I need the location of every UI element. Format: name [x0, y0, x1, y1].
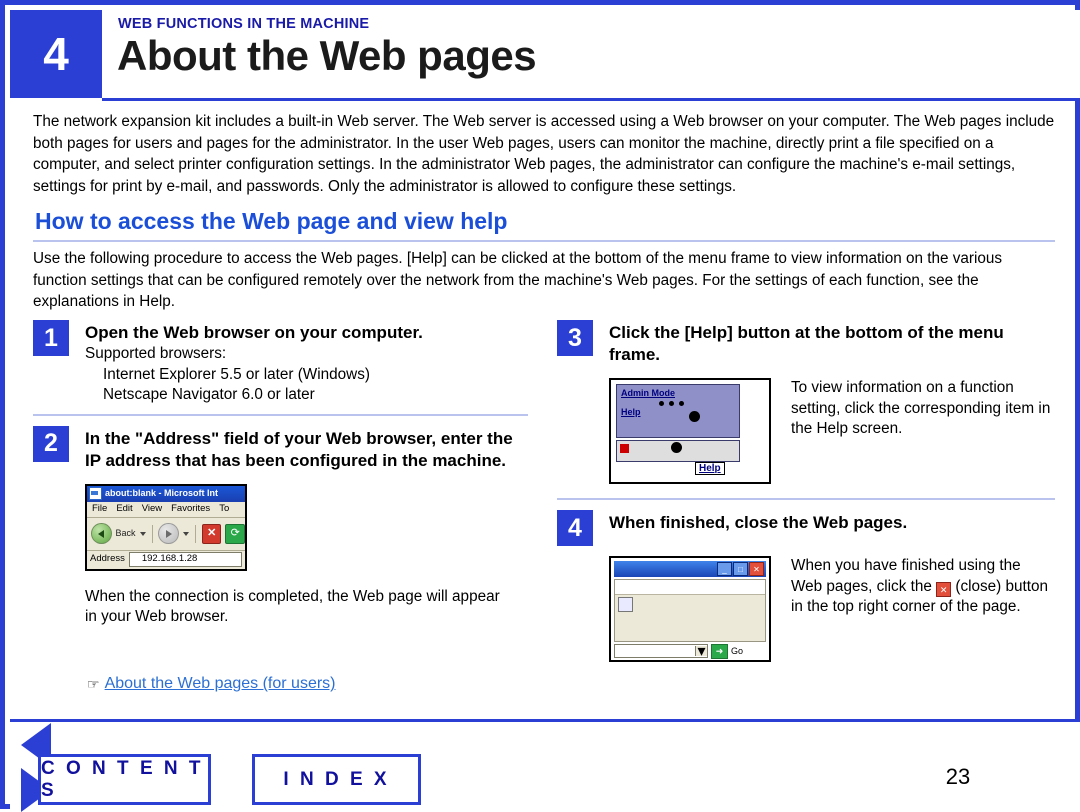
menu-frame-panel: Admin Mode Help: [616, 384, 740, 438]
step-divider-left: [33, 413, 528, 416]
chapter-number: 4: [43, 28, 69, 80]
help-link[interactable]: Help: [621, 407, 641, 417]
step-2: 2 In the "Address" field of your Web bro…: [33, 425, 528, 628]
step-4-body: When you have finished using the Web pag…: [791, 556, 1051, 662]
related-link-row[interactable]: ☞ About the Web pages (for users): [87, 675, 336, 693]
menu-view[interactable]: View: [142, 499, 162, 520]
step-3: 3 Click the [Help] button at the bottom …: [557, 320, 1055, 484]
right-column: 3 Click the [Help] button at the bottom …: [557, 320, 1055, 662]
mock-bottom-bar: ▾ ➜ Go: [614, 643, 766, 660]
header-divider: [102, 98, 1080, 101]
back-label[interactable]: Back: [116, 523, 136, 544]
step-4: 4 When finished, close the Web pages. _ …: [557, 510, 1055, 662]
menu-frame-mock: Admin Mode Help Help: [609, 378, 771, 484]
mock-select[interactable]: ▾: [614, 643, 708, 660]
forward-dropdown-icon[interactable]: [182, 531, 189, 536]
toolbar-separator: [151, 524, 153, 543]
step-3-title: Click the [Help] button at the bottom of…: [609, 323, 1004, 364]
related-link[interactable]: About the Web pages (for users): [105, 675, 336, 693]
go-icon[interactable]: ➜: [711, 643, 728, 659]
step-4-illustration-area: _ □ ✕ ▾ ➜ Go When you have finished usin…: [609, 556, 1055, 662]
step-2-illustration-area: about:blank - Microsoft Int File Edit Vi…: [85, 483, 528, 628]
step-1-body-lead: Supported browsers:: [85, 345, 227, 362]
pointing-hand-icon: ☞: [87, 675, 100, 692]
forward-icon[interactable]: [158, 523, 179, 544]
address-input[interactable]: 192.168.1.28: [128, 552, 242, 567]
mock-document-icon: [618, 597, 633, 612]
back-icon[interactable]: [91, 523, 112, 544]
step-1-body: Supported browsers: Internet Explorer 5.…: [85, 344, 528, 406]
chevron-down-icon[interactable]: ▾: [695, 643, 707, 660]
page-number: 23: [945, 763, 971, 789]
step-2-caption: When the connection is completed, the We…: [85, 587, 500, 626]
back-dropdown-icon[interactable]: [139, 531, 146, 536]
mock-titlebar: _ □ ✕: [614, 561, 766, 577]
page-frame: 4 WEB FUNCTIONS IN THE MACHINE About the…: [0, 0, 1080, 812]
step-1-number: 1: [33, 320, 69, 356]
step-divider-right: [557, 498, 1055, 500]
section-heading: How to access the Web page and view help: [35, 208, 508, 234]
step-1-title: Open the Web browser on your computer.: [85, 323, 423, 342]
index-button[interactable]: I N D E X: [252, 754, 421, 805]
left-column: 1 Open the Web browser on your computer.…: [33, 320, 528, 628]
help-button-callout[interactable]: Help: [695, 462, 725, 475]
status-square-icon: [620, 444, 629, 453]
menu-tools[interactable]: To: [219, 499, 229, 520]
mock-content-bar: [615, 580, 765, 595]
admin-mode-link[interactable]: Admin Mode: [621, 388, 675, 398]
header-kicker: WEB FUNCTIONS IN THE MACHINE: [118, 16, 370, 32]
page-title: About the Web pages: [117, 32, 537, 79]
minimize-icon[interactable]: _: [717, 562, 732, 576]
step-1-browser-1: Internet Explorer 5.5 or later (Windows): [103, 365, 370, 383]
stop-icon[interactable]: ✕: [201, 523, 222, 544]
refresh-icon[interactable]: ⟳: [225, 523, 245, 544]
intro-paragraph: The network expansion kit includes a bui…: [33, 113, 1055, 195]
step-3-illustration-area: Admin Mode Help Help To view information…: [609, 378, 1055, 484]
browser-addressbar: Address 192.168.1.28: [87, 550, 245, 569]
step-1-browser-2: Netscape Navigator 6.0 or later: [103, 386, 315, 403]
go-label: Go: [731, 646, 744, 656]
step-3-body: To view information on a function settin…: [791, 379, 1051, 437]
menu-edit[interactable]: Edit: [116, 499, 132, 520]
menu-favorites[interactable]: Favorites: [171, 499, 210, 520]
toolbar-separator-2: [194, 524, 196, 543]
step-3-number: 3: [557, 320, 593, 356]
mock-window-body: [614, 579, 766, 642]
step-4-number: 4: [557, 510, 593, 546]
browser-toolbar: Back ✕ ⟳: [87, 517, 245, 551]
close-window-mock: _ □ ✕ ▾ ➜ Go: [609, 556, 771, 662]
page-footer: C O N T E N T S I N D E X 23: [10, 722, 1080, 812]
maximize-icon[interactable]: □: [733, 562, 748, 576]
close-icon[interactable]: ✕: [749, 562, 764, 576]
close-button-inline-icon: ✕: [936, 582, 952, 598]
browser-window-mock: about:blank - Microsoft Int File Edit Vi…: [85, 483, 247, 571]
section-lead-paragraph: Use the following procedure to access th…: [33, 250, 1003, 310]
page-header: 4 WEB FUNCTIONS IN THE MACHINE About the…: [10, 10, 1080, 101]
contents-button[interactable]: C O N T E N T S: [38, 754, 211, 805]
address-label: Address: [90, 553, 125, 565]
chapter-number-badge: 4: [10, 10, 102, 98]
step-2-number: 2: [33, 425, 69, 462]
step-1: 1 Open the Web browser on your computer.…: [33, 320, 528, 406]
menu-file[interactable]: File: [92, 499, 107, 520]
browser-app-icon: [89, 487, 102, 500]
section-divider: [33, 240, 1055, 242]
browser-menubar: File Edit View Favorites To: [87, 499, 245, 520]
step-4-title: When finished, close the Web pages.: [609, 513, 908, 532]
step-2-title: In the "Address" field of your Web brows…: [85, 428, 513, 470]
